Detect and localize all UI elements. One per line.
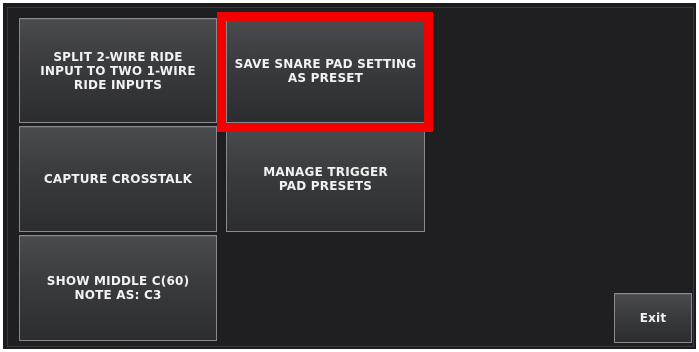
device-frame: SPLIT 2-WIRE RIDE INPUT TO TWO 1-WIRE RI… xyxy=(0,0,699,352)
exit-label: Exit xyxy=(639,311,667,325)
save-snare-preset-label: SAVE SNARE PAD SETTING AS PRESET xyxy=(234,56,417,85)
show-middle-c-button[interactable]: SHOW MIDDLE C(60) NOTE AS: C3 xyxy=(19,235,217,341)
capture-crosstalk-label: CAPTURE CROSSTALK xyxy=(43,172,193,186)
settings-screen: SPLIT 2-WIRE RIDE INPUT TO TWO 1-WIRE RI… xyxy=(7,7,694,347)
split-ride-input-label: SPLIT 2-WIRE RIDE INPUT TO TWO 1-WIRE RI… xyxy=(40,49,196,92)
capture-crosstalk-button[interactable]: CAPTURE CROSSTALK xyxy=(19,126,217,232)
split-ride-input-button[interactable]: SPLIT 2-WIRE RIDE INPUT TO TWO 1-WIRE RI… xyxy=(19,18,217,123)
manage-trigger-presets-button[interactable]: MANAGE TRIGGER PAD PRESETS xyxy=(226,126,425,232)
save-snare-preset-button[interactable]: SAVE SNARE PAD SETTING AS PRESET xyxy=(226,18,425,123)
exit-button[interactable]: Exit xyxy=(614,293,692,343)
show-middle-c-label: SHOW MIDDLE C(60) NOTE AS: C3 xyxy=(46,274,190,302)
manage-trigger-presets-label: MANAGE TRIGGER PAD PRESETS xyxy=(263,165,388,193)
